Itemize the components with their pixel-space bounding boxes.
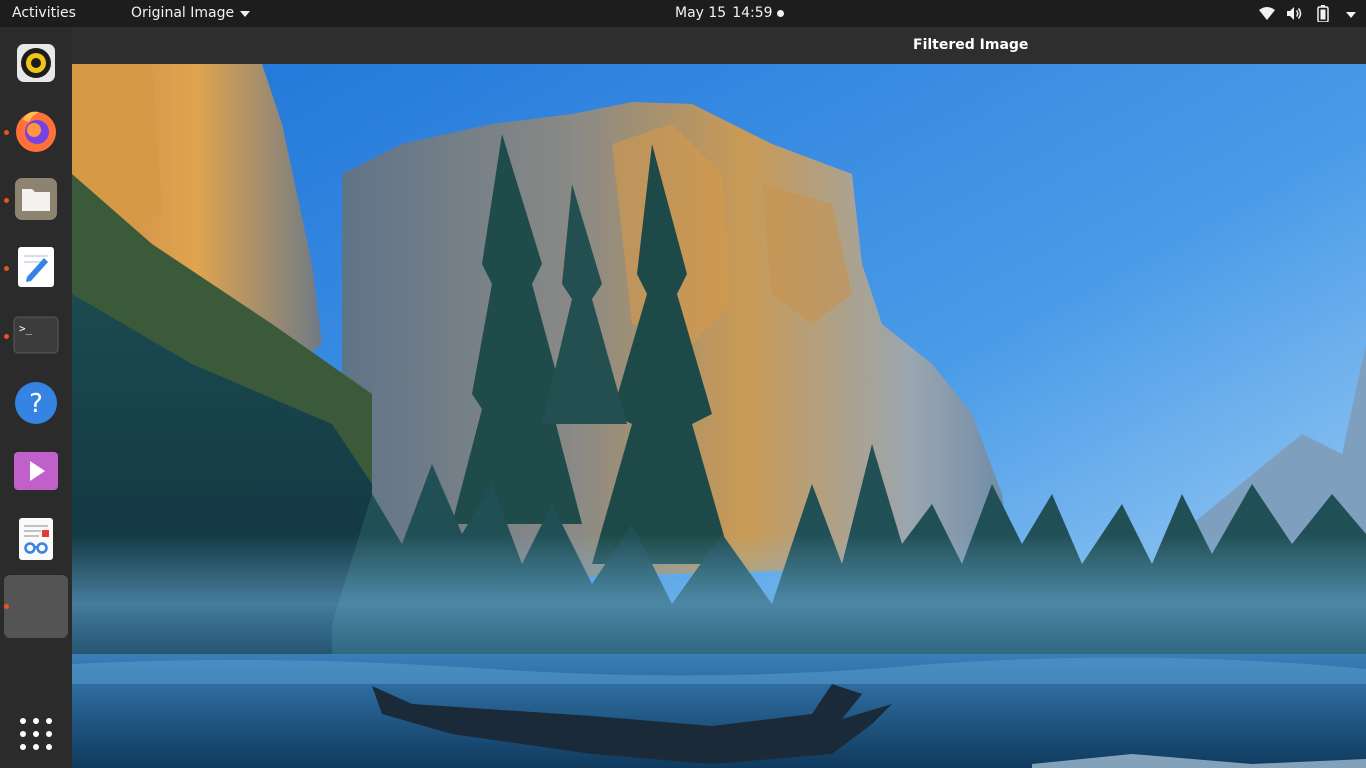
svg-text:>_: >_ xyxy=(19,322,33,335)
help-icon[interactable]: ? xyxy=(13,380,59,426)
battery-icon[interactable] xyxy=(1316,5,1330,22)
app-grid-icon[interactable] xyxy=(20,718,52,750)
files-icon[interactable] xyxy=(13,176,59,222)
rhythmbox-icon[interactable] xyxy=(13,40,59,86)
app-menu-button[interactable]: Original Image xyxy=(131,5,251,21)
firefox-icon[interactable] xyxy=(13,108,59,154)
window-headerbar[interactable]: Filtered Image xyxy=(72,27,1366,65)
clock-button[interactable]: May 15 14:59 xyxy=(675,5,773,21)
top-bar: Activities Original Image May 15 14:59 xyxy=(0,0,1366,27)
terminal-icon[interactable]: >_ xyxy=(13,312,59,358)
window-title: Filtered Image xyxy=(913,37,1029,53)
dock: >_ ? xyxy=(0,27,72,768)
files-running-indicator xyxy=(4,198,9,203)
landscape-photo xyxy=(72,64,1366,768)
notification-dot-icon xyxy=(777,10,784,17)
svg-text:?: ? xyxy=(29,389,43,419)
app-menu-label: Original Image xyxy=(131,5,235,21)
document-viewer-icon[interactable] xyxy=(13,516,59,562)
text-editor-icon[interactable] xyxy=(13,244,59,290)
image-canvas xyxy=(72,64,1366,768)
clock-date: May 15 xyxy=(675,5,727,21)
active-app-running-indicator xyxy=(4,604,9,609)
activities-button[interactable]: Activities xyxy=(12,5,76,21)
volume-icon[interactable] xyxy=(1286,5,1304,22)
text-editor-running-indicator xyxy=(4,266,9,271)
wifi-icon[interactable] xyxy=(1258,5,1276,22)
system-menu-chevron-icon[interactable] xyxy=(1346,12,1356,18)
filtered-image-window: Filtered Image xyxy=(72,27,1366,768)
chevron-down-icon xyxy=(240,10,251,17)
clock-time: 14:59 xyxy=(732,5,773,21)
terminal-running-indicator xyxy=(4,334,9,339)
videos-icon[interactable] xyxy=(13,448,59,494)
active-app-tile[interactable] xyxy=(4,575,68,638)
firefox-running-indicator xyxy=(4,130,9,135)
